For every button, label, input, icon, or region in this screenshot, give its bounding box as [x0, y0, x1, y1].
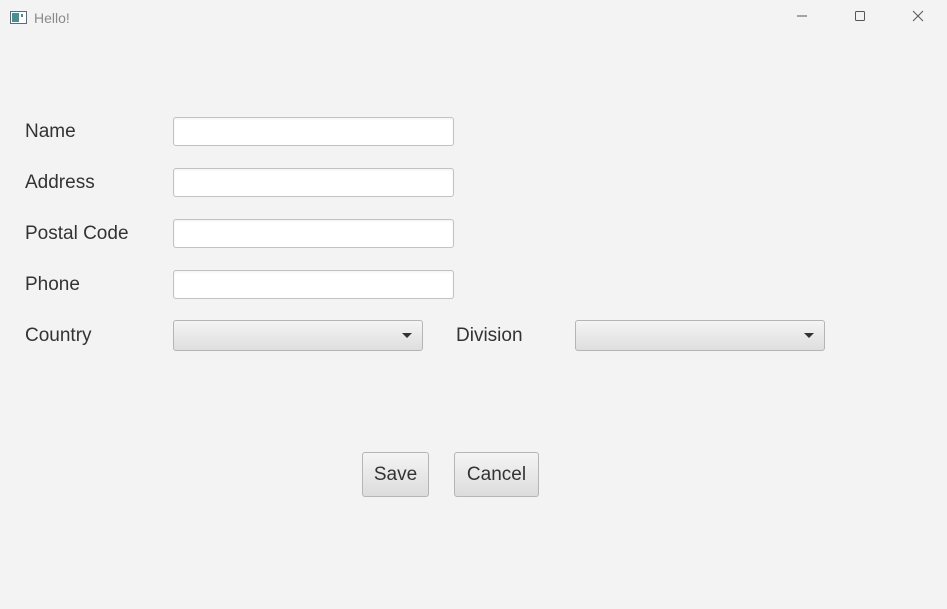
title-bar[interactable]: Hello! [0, 0, 947, 36]
country-combobox[interactable] [173, 320, 423, 351]
app-window: Hello! Name Address Postal Code Phone Co… [0, 0, 947, 609]
close-icon [912, 9, 924, 27]
division-label: Division [456, 325, 523, 346]
maximize-icon [854, 9, 866, 27]
phone-field[interactable] [173, 270, 454, 299]
postal-code-field[interactable] [173, 219, 454, 248]
address-field[interactable] [173, 168, 454, 197]
phone-label: Phone [25, 274, 80, 295]
division-combobox[interactable] [575, 320, 825, 351]
address-label: Address [25, 172, 95, 193]
chevron-down-icon [402, 333, 412, 338]
postal-code-label: Postal Code [25, 223, 129, 244]
minimize-button[interactable] [773, 0, 831, 36]
close-button[interactable] [889, 0, 947, 36]
chevron-down-icon [804, 333, 814, 338]
country-label: Country [25, 325, 92, 346]
maximize-button[interactable] [831, 0, 889, 36]
cancel-button[interactable]: Cancel [454, 452, 539, 497]
name-field[interactable] [173, 117, 454, 146]
minimize-icon [796, 9, 808, 27]
save-button[interactable]: Save [362, 452, 429, 497]
window-title: Hello! [34, 10, 70, 26]
name-label: Name [25, 121, 76, 142]
app-window-icon [10, 11, 27, 24]
